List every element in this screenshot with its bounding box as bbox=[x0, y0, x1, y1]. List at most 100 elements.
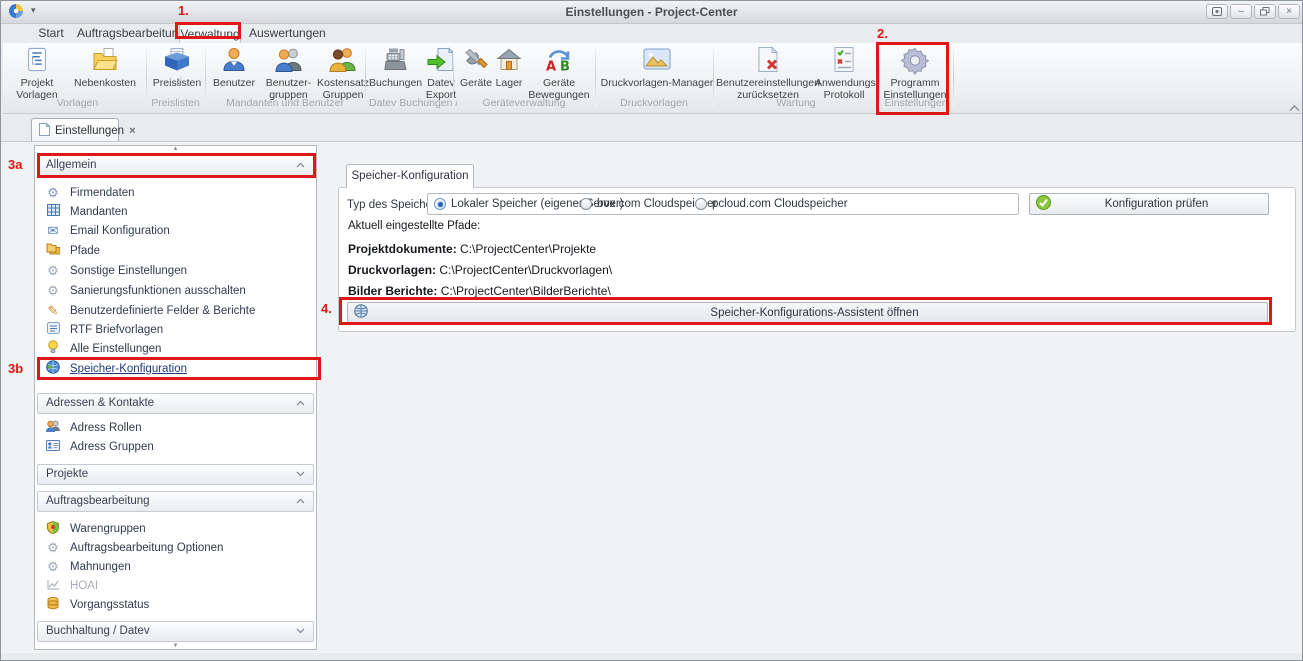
chevron-up-icon bbox=[296, 394, 305, 413]
section-label: Allgemein bbox=[46, 156, 97, 175]
ribbon-collapse-chevron-icon[interactable] bbox=[1289, 99, 1300, 117]
ribbon-button-label: Lager bbox=[494, 77, 524, 89]
ribbon-group-separator bbox=[953, 47, 954, 107]
sidebar-item-pfade[interactable]: Pfade bbox=[45, 242, 307, 260]
check-circle-icon bbox=[1036, 195, 1051, 213]
app-window: ▾ Einstellungen - Project-Center – × Sta… bbox=[0, 0, 1303, 661]
screen-fit-button[interactable] bbox=[1206, 4, 1228, 19]
ribbon-button-label: Nebenkosten bbox=[65, 77, 145, 89]
ribbon-group-label-geraeteverwaltung: Geräteverwaltung bbox=[453, 96, 595, 110]
a-to-b-movement-icon: AB bbox=[526, 46, 592, 77]
shield-icon bbox=[45, 521, 61, 538]
sidebar-section-adressen-kontakte[interactable]: Adressen & Kontakte bbox=[37, 393, 314, 414]
radio-pcloud-cloudspeicher[interactable]: pcloud.com Cloudspeicher bbox=[695, 194, 848, 214]
envelope-icon: ✉ bbox=[45, 224, 61, 238]
gear-icon: ⚙ bbox=[45, 560, 61, 574]
section-label: Projekte bbox=[46, 465, 88, 484]
sidebar-scroll-down-icon[interactable]: ▼ bbox=[34, 643, 317, 649]
ribbon-tab-auftragsbearbeitung[interactable]: Auftragsbearbeitung bbox=[77, 24, 173, 43]
user-icon bbox=[209, 46, 259, 77]
window-title: Einstellungen - Project-Center bbox=[1, 5, 1302, 19]
storage-type-radio-group: Lokaler Speicher (eigener Server) box.co… bbox=[427, 193, 1019, 215]
speicher-konfigurations-assistent-button[interactable]: Speicher-Konfigurations-Assistent öffnen bbox=[347, 302, 1268, 323]
globe-storage-icon bbox=[45, 360, 61, 378]
minimize-button[interactable]: – bbox=[1230, 4, 1252, 19]
chevron-up-icon bbox=[296, 156, 305, 175]
price-list-box-icon bbox=[149, 46, 205, 77]
sidebar-item-sonstige-einstellungen[interactable]: ⚙Sonstige Einstellungen bbox=[45, 262, 307, 280]
ribbon-group-label-preislisten: Preislisten bbox=[146, 96, 205, 110]
ribbon: ProjektVorlagen Nebenkosten Preislisten … bbox=[3, 43, 1302, 114]
sidebar-section-buchhaltung-datev[interactable]: Buchhaltung / Datev bbox=[37, 621, 314, 642]
sidebar-section-projekte[interactable]: Projekte bbox=[37, 464, 314, 485]
sidebar-item-mahnungen[interactable]: ⚙Mahnungen bbox=[45, 558, 307, 576]
sidebar-item-sanierungsfunktionen[interactable]: ⚙Sanierungsfunktionen ausschalten bbox=[45, 282, 307, 300]
sidebar-item-email-konfiguration[interactable]: ✉Email Konfiguration bbox=[45, 222, 307, 240]
sidebar-item-alle-einstellungen[interactable]: Alle Einstellungen bbox=[45, 340, 307, 358]
chart-icon bbox=[45, 579, 61, 594]
sidebar-item-adress-rollen[interactable]: Adress Rollen bbox=[45, 419, 307, 437]
svg-text:B: B bbox=[560, 60, 570, 74]
sidebar-item-speicher-konfiguration[interactable]: Speicher-Konfiguration bbox=[45, 360, 307, 378]
sidebar-item-vorgangsstatus[interactable]: Vorgangsstatus bbox=[45, 596, 307, 614]
restore-button[interactable] bbox=[1254, 4, 1276, 19]
sidebar-scroll-up-icon[interactable]: ▲ bbox=[34, 146, 317, 152]
radio-icon bbox=[580, 198, 592, 210]
folders-icon bbox=[45, 243, 61, 259]
gear-icon: ⚙ bbox=[45, 284, 61, 298]
path-projektdokumente: Projektdokumente: C:\ProjectCenter\Proje… bbox=[348, 242, 596, 256]
chevron-down-icon bbox=[296, 622, 305, 641]
sidebar-item-hoai[interactable]: HOAI bbox=[45, 577, 307, 595]
light-bulb-icon bbox=[45, 340, 61, 358]
ribbon-tab-auswertungen[interactable]: Auswertungen bbox=[249, 24, 317, 43]
address-card-icon bbox=[45, 440, 61, 455]
ribbon-tab-verwaltung[interactable]: Verwaltung bbox=[179, 24, 241, 43]
pencil-icon: ✎ bbox=[45, 304, 61, 318]
sidebar-item-auftragsbearbeitung-optionen[interactable]: ⚙Auftragsbearbeitung Optionen bbox=[45, 539, 307, 557]
ribbon-group-label-datev: Datev Buchungen / ... bbox=[365, 96, 457, 110]
ribbon-group-label-einstellungen: Einstellungen bbox=[879, 96, 953, 110]
rtf-document-icon bbox=[45, 322, 61, 338]
sidebar-item-benutzerdefinierte-felder[interactable]: ✎Benutzerdefinierte Felder & Berichte bbox=[45, 302, 307, 320]
ribbon-tab-start[interactable]: Start bbox=[31, 24, 71, 43]
cost-rate-group-icon bbox=[316, 46, 370, 77]
warehouse-house-icon bbox=[494, 46, 524, 77]
project-templates-icon bbox=[11, 46, 63, 77]
document-tab-label: Einstellungen bbox=[55, 125, 124, 137]
path-bilder-berichte: Bilder Berichte: C:\ProjectCenter\Bilder… bbox=[348, 284, 611, 298]
user-roles-icon bbox=[45, 420, 61, 436]
globe-icon bbox=[354, 304, 368, 321]
button-label: Speicher-Konfigurations-Assistent öffnen bbox=[368, 307, 1261, 319]
sidebar-item-mandanten[interactable]: Mandanten bbox=[45, 203, 307, 221]
radio-selected-icon bbox=[434, 198, 446, 210]
annotation-label-2: 2. bbox=[877, 26, 888, 41]
ribbon-button-label: Benutzer bbox=[209, 77, 259, 89]
cash-register-icon bbox=[369, 46, 421, 77]
page-tab-speicher-konfiguration[interactable]: Speicher-Konfiguration bbox=[346, 164, 474, 188]
export-document-icon bbox=[421, 46, 461, 77]
sidebar-item-warengruppen[interactable]: Warengruppen bbox=[45, 520, 307, 538]
ribbon-group-label-druckvorlagen: Druckvorlagen bbox=[595, 96, 713, 110]
ribbon-button-label: Preislisten bbox=[149, 77, 205, 89]
document-icon bbox=[39, 123, 50, 139]
sidebar-section-allgemein[interactable]: Allgemein bbox=[37, 155, 314, 176]
ribbon-group-label-vorlagen: Vorlagen bbox=[9, 96, 146, 110]
sidebar-item-rtf-briefvorlagen[interactable]: RTF Briefvorlagen bbox=[45, 321, 307, 339]
sidebar-item-adress-gruppen[interactable]: Adress Gruppen bbox=[45, 438, 307, 456]
sidebar-item-firmendaten[interactable]: ⚙Firmendaten bbox=[45, 184, 307, 202]
section-label: Auftragsbearbeitung bbox=[46, 492, 150, 511]
picture-icon bbox=[600, 46, 714, 77]
gear-icon: ⚙ bbox=[45, 186, 61, 200]
ribbon-button-label: Buchungen bbox=[369, 77, 421, 89]
document-tab-einstellungen[interactable]: Einstellungen × bbox=[31, 118, 119, 142]
speicher-konfiguration-panel: Typ des Speichers Lokaler Speicher (eige… bbox=[338, 187, 1296, 332]
sidebar-section-auftragsbearbeitung[interactable]: Auftragsbearbeitung bbox=[37, 491, 314, 512]
path-druckvorlagen: Druckvorlagen: C:\ProjectCenter\Druckvor… bbox=[348, 263, 612, 277]
tab-close-icon[interactable]: × bbox=[129, 125, 135, 137]
title-bar: ▾ Einstellungen - Project-Center – × bbox=[1, 1, 1302, 24]
close-button[interactable]: × bbox=[1278, 4, 1300, 19]
konfiguration-pruefen-button[interactable]: Konfiguration prüfen bbox=[1029, 193, 1269, 215]
gear-icon: ⚙ bbox=[45, 264, 61, 278]
radio-icon bbox=[695, 198, 707, 210]
svg-text:A: A bbox=[546, 60, 556, 74]
